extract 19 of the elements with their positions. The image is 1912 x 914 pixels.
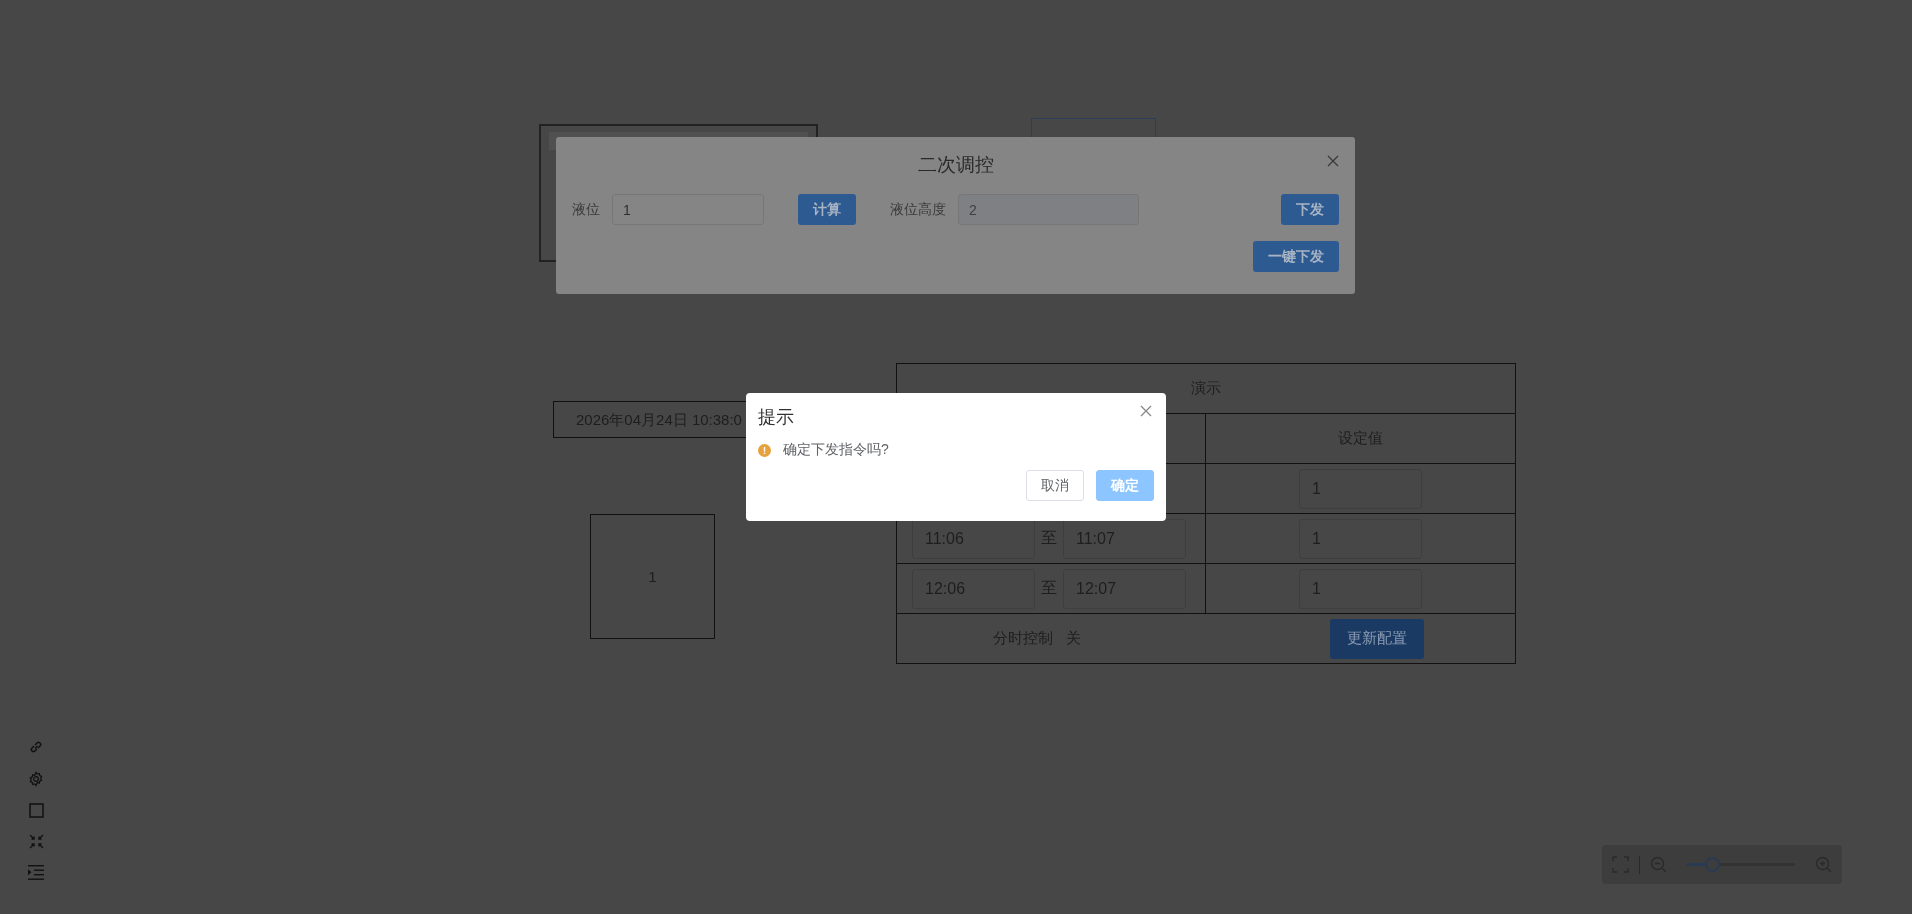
square-icon[interactable] — [28, 803, 44, 818]
link-icon[interactable] — [28, 739, 44, 755]
action-button[interactable]: 计算 — [798, 194, 856, 225]
indent-icon[interactable] — [28, 865, 44, 880]
dialog-title: 二次调控 — [917, 153, 994, 177]
update-config-button[interactable]: 更新配置 — [1329, 618, 1424, 659]
warning-icon — [758, 443, 771, 457]
input-field[interactable]: 1 — [612, 194, 764, 225]
cancel-button[interactable]: 取消 — [1026, 470, 1084, 501]
close-icon[interactable] — [1327, 155, 1339, 167]
send-all-button[interactable]: 一键下发 — [1253, 241, 1339, 272]
field-label: 液位 — [572, 200, 600, 219]
field-label: 液位高度 — [890, 200, 946, 219]
settings-icon[interactable] — [28, 771, 44, 787]
zoom-slider-thumb[interactable] — [1704, 857, 1720, 872]
confirm-message: 确定下发指令吗? — [783, 441, 889, 459]
close-icon[interactable] — [1140, 405, 1152, 417]
confirm-title: 提示 — [758, 406, 794, 429]
collapse-icon[interactable] — [28, 834, 44, 849]
